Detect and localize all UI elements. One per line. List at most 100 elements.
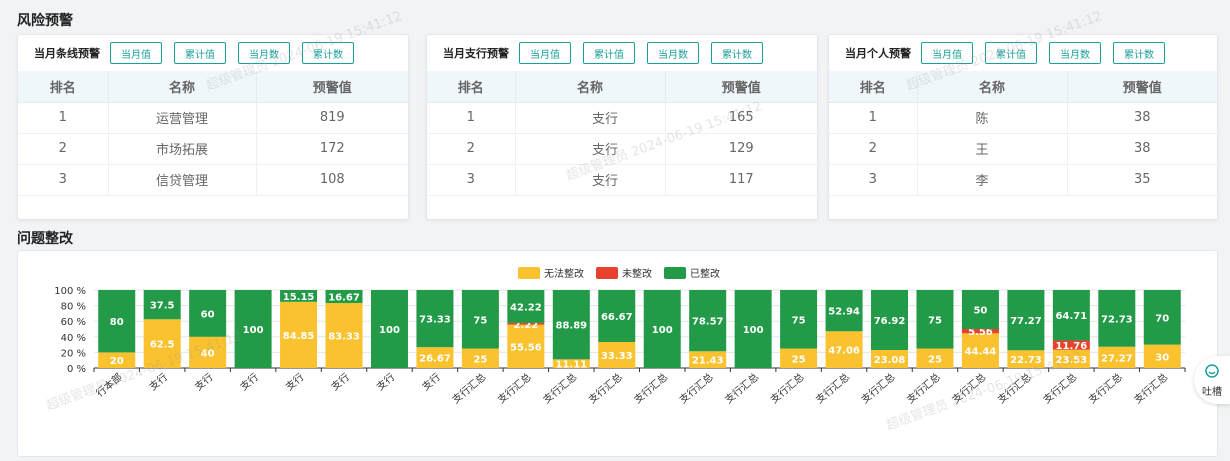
cumulative-value-button[interactable]: 累计值: [174, 42, 226, 64]
data-label: 42.22: [510, 302, 542, 313]
table-row[interactable]: 1 运营管理 819: [18, 102, 408, 134]
name-cell: 支行: [515, 102, 666, 134]
y-tick-label: 80 %: [61, 302, 86, 313]
x-tick-label: 支行: [283, 370, 307, 393]
cumulative-count-button[interactable]: 累计数: [711, 42, 763, 64]
legend-label: 已整改: [690, 267, 720, 280]
data-label: 37.5: [150, 301, 175, 312]
data-label: 66.67: [601, 312, 633, 323]
rank-cell: 2: [427, 133, 516, 165]
data-label: 78.57: [692, 317, 724, 328]
data-label: 77.27: [1010, 316, 1042, 327]
cumulative-count-button[interactable]: 累计数: [1113, 42, 1165, 64]
x-tick-label: 支行: [419, 370, 443, 393]
name-cell: 李: [917, 164, 1068, 196]
data-label: 100: [652, 325, 673, 336]
column-header-rank: 排名: [427, 71, 516, 103]
column-header-name: 名称: [515, 71, 666, 103]
data-label: 55.56: [510, 342, 542, 353]
monthly-value-button[interactable]: 当月值: [921, 42, 973, 64]
column-header-value: 预警值: [256, 71, 408, 103]
legend-swatch: [518, 267, 540, 279]
data-label: 100: [743, 325, 764, 336]
data-label: 11.11: [555, 360, 587, 371]
problem-section-title: 问题整改: [17, 231, 73, 247]
name-cell: 运营管理: [108, 102, 257, 134]
value-cell: 117: [665, 164, 817, 196]
x-tick-label: 支行汇总: [949, 370, 988, 406]
data-label: 23.08: [874, 355, 906, 366]
data-label: 25: [473, 354, 487, 365]
x-tick-label: 支行汇总: [768, 370, 807, 406]
data-label: 75: [473, 315, 487, 326]
data-label: 83.33: [328, 332, 360, 343]
table-row[interactable]: 3 李 35: [829, 164, 1217, 196]
panel-title: 当月个人预警: [845, 47, 911, 60]
data-label: 22.73: [1010, 355, 1042, 366]
value-cell: 165: [665, 102, 817, 134]
value-cell: 108: [256, 164, 408, 196]
monthly-count-button[interactable]: 当月数: [647, 42, 699, 64]
data-label: 15.15: [283, 292, 315, 303]
x-tick-label: 支行: [192, 370, 216, 393]
x-tick-label: 支行汇总: [858, 370, 897, 406]
cumulative-count-button[interactable]: 累计数: [302, 42, 354, 64]
data-label: 84.85: [283, 331, 315, 342]
table-row[interactable]: 1 陈 38: [829, 102, 1217, 134]
x-tick-label: 支行汇总: [1040, 370, 1079, 406]
x-tick-label: 支行: [237, 370, 261, 393]
data-label: 88.89: [555, 321, 587, 332]
panel-header: 当月支行预警 当月值 累计值 当月数 累计数: [427, 35, 817, 71]
name-cell: 市场拓展: [108, 133, 257, 165]
legend-label: 未整改: [622, 267, 652, 280]
x-tick-label: 支行汇总: [1131, 370, 1170, 406]
legend-swatch: [596, 267, 618, 279]
data-label: 30: [1155, 352, 1169, 363]
name-cell: 支行: [515, 133, 666, 165]
column-header-rank: 排名: [18, 71, 109, 103]
table-row[interactable]: 2 支行 129: [427, 133, 817, 165]
data-label: 72.73: [1101, 314, 1133, 325]
x-tick-label: 支行: [374, 370, 398, 393]
table-row[interactable]: 3 支行 117: [427, 164, 817, 196]
feedback-label: 吐槽: [1202, 386, 1222, 398]
data-label: 25: [792, 354, 806, 365]
data-label: 50: [973, 306, 987, 317]
monthly-value-button[interactable]: 当月值: [110, 42, 162, 64]
data-label: 64.71: [1056, 311, 1088, 322]
rectification-chart-panel: 无法整改 未整改 已整改 0 % 20 % 40 % 60 % 80 % 100 % 20 80 行本…: [17, 250, 1218, 457]
name-cell: 王: [917, 133, 1068, 165]
table-row[interactable]: 3 信贷管理 108: [18, 164, 408, 196]
data-label: 60: [201, 309, 215, 320]
data-label: 75: [792, 315, 806, 326]
cumulative-value-button[interactable]: 累计值: [985, 42, 1037, 64]
data-label: 40: [201, 348, 215, 359]
x-tick-label: 支行汇总: [904, 370, 943, 406]
x-tick-label: 支行汇总: [677, 370, 716, 406]
cumulative-value-button[interactable]: 累计值: [583, 42, 635, 64]
line-warning-panel: 当月条线预警 当月值 累计值 当月数 累计数 排名 名称 预警值 1 运营管理 …: [17, 34, 409, 220]
panel-header: 当月条线预警 当月值 累计值 当月数 累计数: [18, 35, 408, 71]
data-label: 11.76: [1056, 341, 1088, 352]
column-header-value: 预警值: [1067, 71, 1217, 103]
x-tick-label: 支行汇总: [722, 370, 761, 406]
table-row[interactable]: 2 市场拓展 172: [18, 133, 408, 165]
x-tick-label: 支行汇总: [995, 370, 1034, 406]
x-tick-label: 支行汇总: [540, 370, 579, 406]
rank-cell: 3: [829, 164, 918, 196]
monthly-count-button[interactable]: 当月数: [238, 42, 290, 64]
table-row[interactable]: 2 王 38: [829, 133, 1217, 165]
ranking-table: 排名 名称 预警值 1 陈 38 2 王 38 3 李 35: [829, 71, 1217, 196]
monthly-value-button[interactable]: 当月值: [519, 42, 571, 64]
rank-cell: 1: [18, 102, 109, 134]
monthly-count-button[interactable]: 当月数: [1049, 42, 1101, 64]
name-cell: 陈: [917, 102, 1068, 134]
table-row[interactable]: 1 支行 165: [427, 102, 817, 134]
data-label: 27.27: [1101, 353, 1133, 364]
y-tick-label: 20 %: [61, 348, 86, 359]
value-cell: 172: [256, 133, 408, 165]
personal-warning-panel: 当月个人预警 当月值 累计值 当月数 累计数 排名 名称 预警值 1 陈 38 …: [828, 34, 1218, 220]
data-label: 33.33: [601, 351, 633, 362]
data-label: 47.06: [828, 346, 860, 357]
data-label: 76.92: [874, 316, 906, 327]
